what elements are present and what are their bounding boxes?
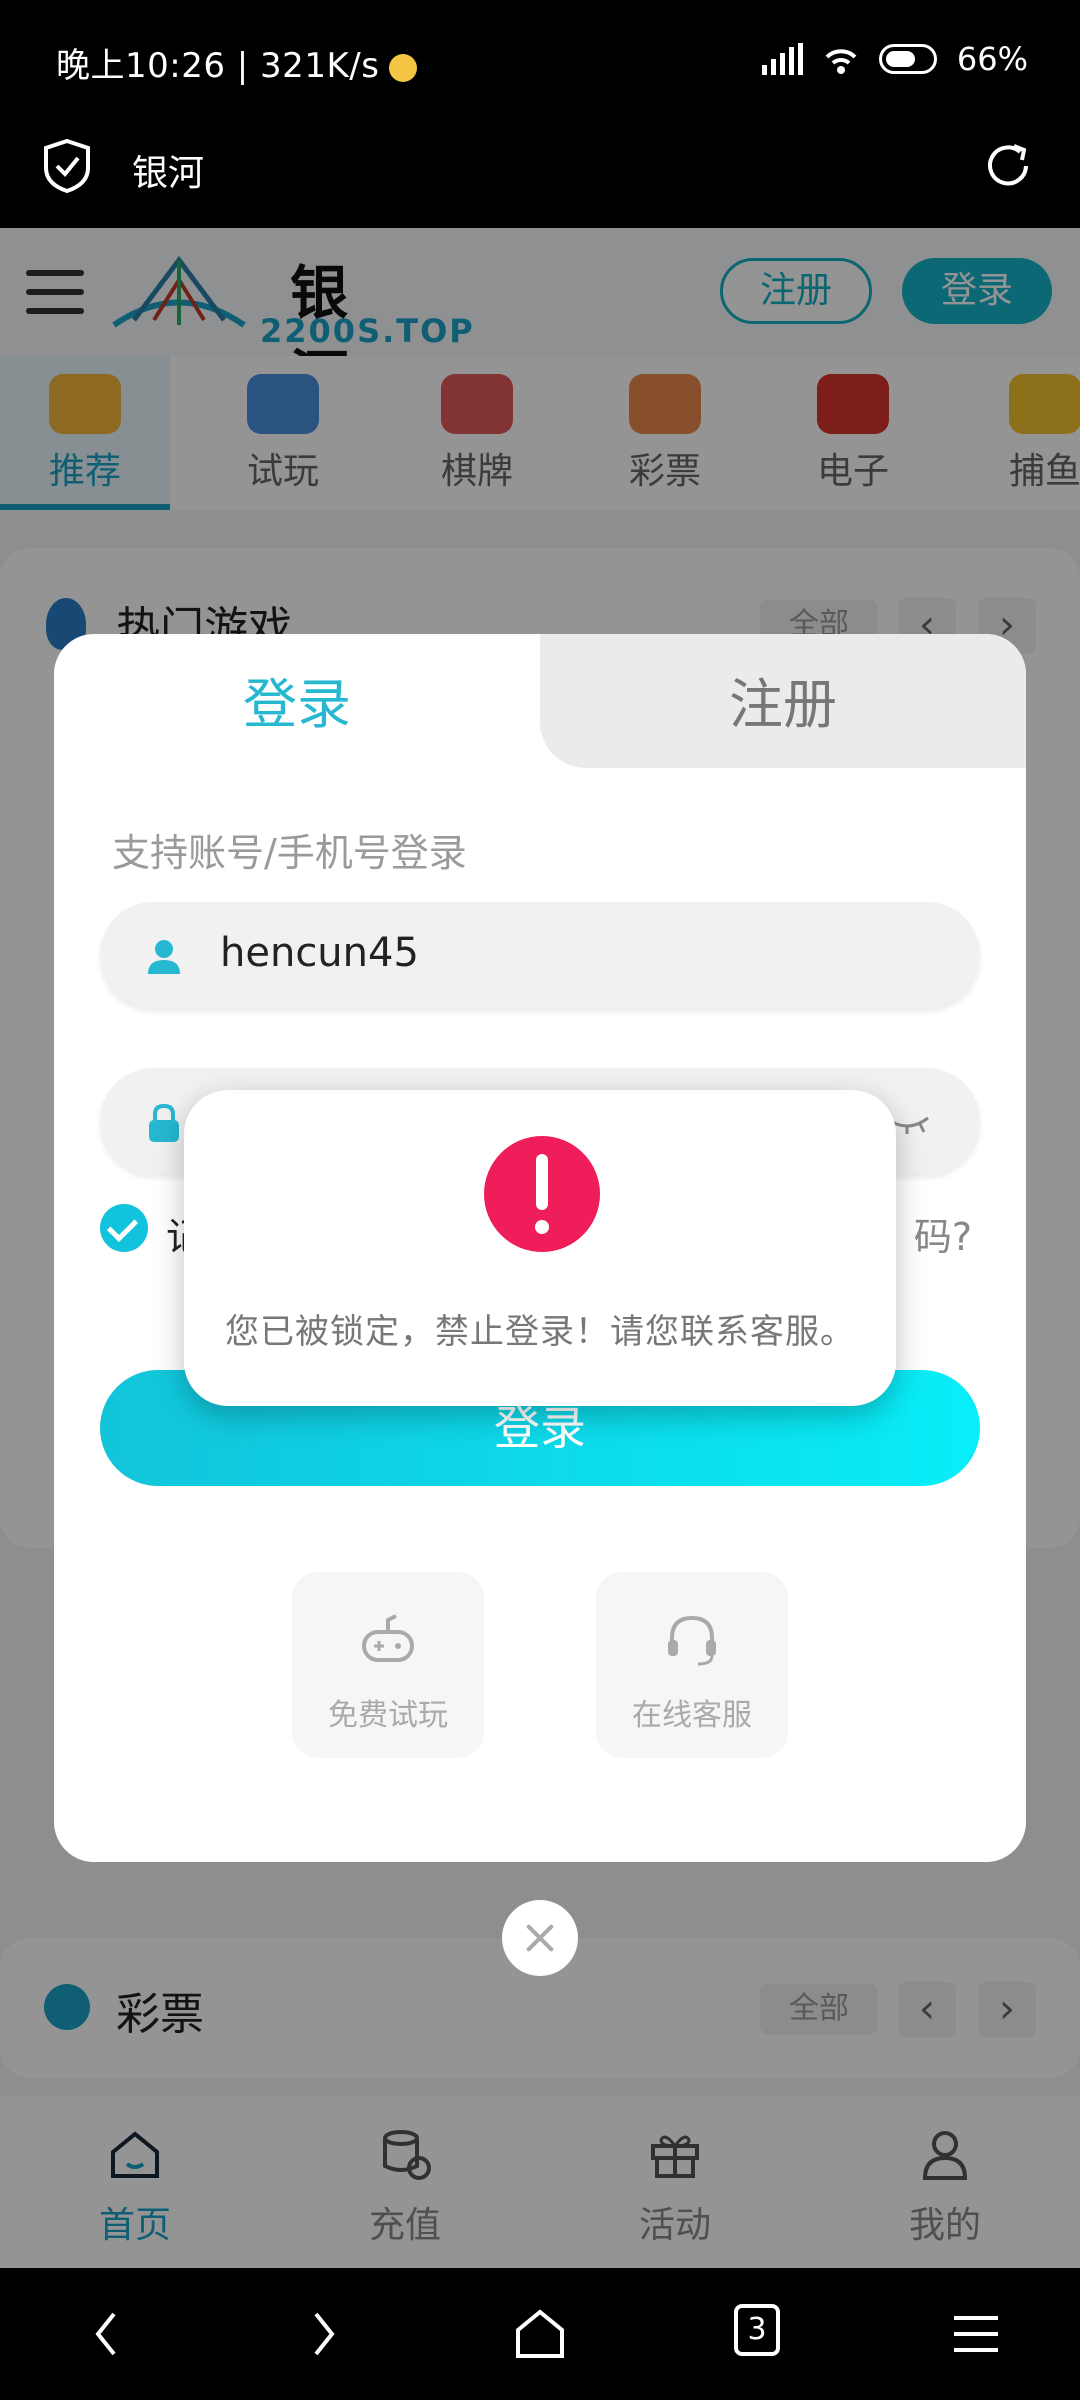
remember-checkbox[interactable] xyxy=(100,1204,148,1252)
free-trial-button[interactable]: 免费试玩 xyxy=(292,1572,484,1758)
lock-icon xyxy=(149,1104,179,1142)
login-hint: 支持账号/手机号登录 xyxy=(112,831,467,875)
home-icon[interactable] xyxy=(508,2302,572,2366)
battery-level: 66% xyxy=(956,40,1028,78)
status-bar: 晚上10:26 | 321K/s 66% xyxy=(0,0,1080,122)
signal-icon xyxy=(761,43,803,75)
battery-icon xyxy=(878,44,937,74)
gamepad-icon xyxy=(362,1614,414,1662)
browser-toolbar: 银河 xyxy=(0,122,1080,228)
username-field[interactable]: hencun45 xyxy=(100,902,980,1008)
alert-message: 您已被锁定，禁止登录！请您联系客服。 xyxy=(225,1312,855,1352)
app-notification-icon xyxy=(389,53,418,82)
wifi-icon xyxy=(825,49,857,74)
browser-page-title: 银河 xyxy=(132,153,205,194)
forward-icon[interactable] xyxy=(290,2302,354,2366)
forgot-password-link[interactable]: 码? xyxy=(914,1206,972,1261)
system-nav-bar: 3 xyxy=(0,2268,1080,2400)
online-service-button[interactable]: 在线客服 xyxy=(596,1572,788,1758)
shield-check-icon[interactable] xyxy=(42,138,92,194)
reload-icon[interactable] xyxy=(976,134,1040,198)
status-time: 晚上10:26 | 321K/s xyxy=(56,38,418,87)
alert-dialog: 您已被锁定，禁止登录！请您联系客服。 xyxy=(184,1090,896,1406)
modal-close-button[interactable] xyxy=(502,1900,578,1976)
modal-tab-login[interactable]: 登录 xyxy=(54,660,540,739)
back-icon[interactable] xyxy=(76,2302,140,2366)
exclamation-icon xyxy=(484,1136,600,1252)
user-icon xyxy=(148,940,180,974)
status-icons: 66% xyxy=(761,40,1028,78)
username-value: hencun45 xyxy=(220,930,419,976)
modal-tab-register[interactable]: 注册 xyxy=(540,660,1026,739)
tabs-count-button[interactable]: 3 xyxy=(734,2304,780,2356)
headset-icon xyxy=(668,1615,716,1666)
menu-icon[interactable] xyxy=(944,2302,1008,2366)
